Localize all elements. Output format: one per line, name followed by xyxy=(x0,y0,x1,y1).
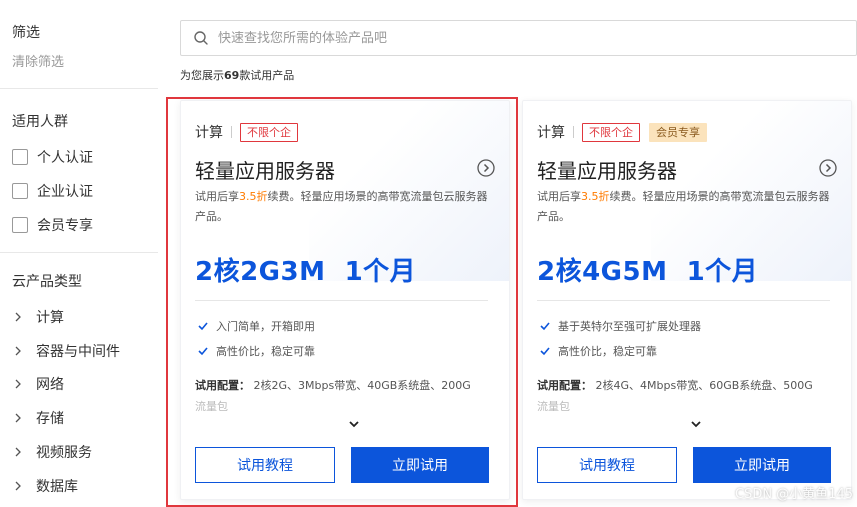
card-title[interactable]: 轻量应用服务器 xyxy=(537,155,677,184)
trial-tutorial-button[interactable]: 试用教程 xyxy=(537,447,677,483)
card-description: 试用后享3.5折续费。轻量应用场景的高带宽流量包云服务器产品。 xyxy=(195,190,488,223)
filter-sidebar: 筛选 清除筛选 适用人群 个人认证 企业认证 会员专享 云产品类型 计算 容器与… xyxy=(0,0,160,507)
unlimited-tag: 不限个企 xyxy=(240,122,298,142)
card-category: 计算 xyxy=(195,125,223,141)
arrow-circle-icon[interactable] xyxy=(477,159,495,177)
category-item-storage[interactable]: 存储 xyxy=(12,407,64,429)
check-icon xyxy=(198,347,208,356)
card-spec: 2核2G3M 1个月 xyxy=(195,257,417,287)
chevron-right-icon xyxy=(15,379,21,389)
card-spec: 2核4G5M 1个月 xyxy=(537,257,759,287)
result-count: 为您展示69款试用产品 xyxy=(180,69,295,82)
checkbox-label: 会员专享 xyxy=(37,218,93,234)
feature-item: 入门简单，开箱即用 xyxy=(197,317,315,335)
chevron-down-icon[interactable] xyxy=(690,419,702,429)
result-count-number: 69 xyxy=(224,69,240,82)
divider xyxy=(0,88,158,89)
unlimited-tag: 不限个企 xyxy=(582,122,640,142)
arrow-circle-icon[interactable] xyxy=(819,159,837,177)
discount-highlight: 3.5折 xyxy=(581,190,610,203)
product-card: 计算 不限个企 轻量应用服务器 试用后享3.5折续费。轻量应用场景的高带宽流量包… xyxy=(180,100,510,500)
check-icon xyxy=(198,322,208,331)
member-tag: 会员专享 xyxy=(649,122,707,142)
product-card: 计算 不限个企 会员专享 轻量应用服务器 试用后享3.5折续费。轻量应用场景的高… xyxy=(522,100,852,500)
card-header: 计算 不限个企 xyxy=(195,121,298,143)
trial-config: 试用配置： 2核4G、4Mbps带宽、60GB系统盘、500G 流量包 xyxy=(537,379,813,413)
category-item-network[interactable]: 网络 xyxy=(12,373,64,395)
trial-config: 试用配置： 2核2G、3Mbps带宽、40GB系统盘、200G 流量包 xyxy=(195,379,471,413)
chevron-right-icon xyxy=(15,481,21,491)
category-item-container[interactable]: 容器与中间件 xyxy=(12,340,120,362)
card-title[interactable]: 轻量应用服务器 xyxy=(195,155,335,184)
category-label: 计算 xyxy=(36,310,64,326)
try-now-button[interactable]: 立即试用 xyxy=(351,447,489,483)
divider xyxy=(195,300,488,301)
card-description: 试用后享3.5折续费。轻量应用场景的高带宽流量包云服务器产品。 xyxy=(537,190,830,223)
separator xyxy=(573,126,574,138)
check-icon xyxy=(540,347,550,356)
chevron-right-icon xyxy=(15,447,21,457)
feature-item: 高性价比，稳定可靠 xyxy=(539,342,657,360)
category-label: 存储 xyxy=(36,411,64,427)
checkbox[interactable] xyxy=(12,183,28,199)
try-now-button[interactable]: 立即试用 xyxy=(693,447,831,483)
category-item-compute[interactable]: 计算 xyxy=(12,306,64,328)
category-label: 视频服务 xyxy=(36,445,92,461)
audience-section-title: 适用人群 xyxy=(12,114,68,130)
checkbox-label: 个人认证 xyxy=(37,150,93,166)
chevron-right-icon xyxy=(15,346,21,356)
category-label: 网络 xyxy=(36,377,64,393)
feature-item: 高性价比，稳定可靠 xyxy=(197,342,315,360)
category-label: 容器与中间件 xyxy=(36,344,120,360)
audience-option-member[interactable]: 会员专享 xyxy=(12,215,93,235)
card-header: 计算 不限个企 会员专享 xyxy=(537,121,707,143)
checkbox[interactable] xyxy=(12,149,28,165)
chevron-down-icon[interactable] xyxy=(348,419,360,429)
category-label: 数据库 xyxy=(36,479,78,495)
card-category: 计算 xyxy=(537,125,565,141)
chevron-right-icon xyxy=(15,413,21,423)
filter-title: 筛选 xyxy=(12,25,40,41)
category-section-title: 云产品类型 xyxy=(12,274,82,290)
checkbox-label: 企业认证 xyxy=(37,184,93,200)
check-icon xyxy=(540,322,550,331)
category-item-video[interactable]: 视频服务 xyxy=(12,441,92,463)
discount-highlight: 3.5折 xyxy=(239,190,268,203)
trial-tutorial-button[interactable]: 试用教程 xyxy=(195,447,335,483)
separator xyxy=(231,126,232,138)
category-item-database[interactable]: 数据库 xyxy=(12,475,78,497)
search-input[interactable] xyxy=(218,30,856,46)
clear-filter-link[interactable]: 清除筛选 xyxy=(12,51,64,70)
divider xyxy=(0,252,158,253)
divider xyxy=(537,300,830,301)
audience-option-enterprise[interactable]: 企业认证 xyxy=(12,181,93,201)
chevron-right-icon xyxy=(15,312,21,322)
checkbox[interactable] xyxy=(12,217,28,233)
search-icon xyxy=(194,31,208,45)
csdn-watermark: CSDN @小黄鱼145 xyxy=(734,487,853,502)
audience-option-personal[interactable]: 个人认证 xyxy=(12,147,93,167)
feature-item: 基于英特尔至强可扩展处理器 xyxy=(539,317,701,335)
search-box[interactable] xyxy=(180,20,857,56)
